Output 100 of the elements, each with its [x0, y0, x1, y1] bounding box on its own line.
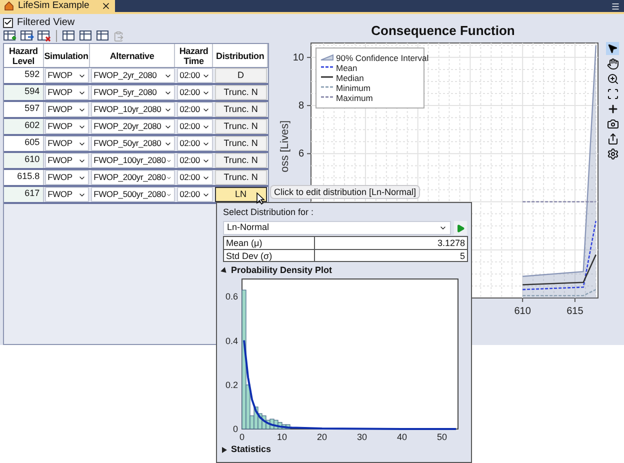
fit-icon[interactable]: [606, 88, 618, 100]
parameter-name: Std Dev (σ): [224, 250, 315, 261]
document-tab[interactable]: LifeSim Example: [0, 0, 116, 12]
mouse-cursor-icon: [256, 192, 265, 205]
alternative-dropdown[interactable]: FWOP_100yr_2080: [90, 153, 175, 168]
simulation-dropdown[interactable]: FWOP: [44, 85, 89, 100]
alternative-dropdown[interactable]: FWOP_50yr_2080: [90, 136, 175, 151]
check-icon: [4, 18, 12, 27]
tab-title: LifeSim Example: [18, 0, 90, 12]
alternative-dropdown[interactable]: FWOP_2yr_2080: [90, 68, 175, 83]
time-dropdown[interactable]: 02:00: [176, 68, 213, 83]
close-icon[interactable]: [101, 1, 112, 11]
column-header[interactable]: Hazard Level: [4, 44, 44, 67]
simulation-dropdown[interactable]: FWOP: [44, 68, 89, 83]
plus-icon[interactable]: [606, 103, 618, 115]
simulation-dropdown[interactable]: FWOP: [44, 136, 89, 151]
alternative-dropdown[interactable]: FWOP_200yr_2080: [90, 170, 175, 185]
legend-label: Mean: [336, 63, 358, 73]
column-header[interactable]: Hazard Time: [175, 44, 214, 67]
export-icon[interactable]: [606, 133, 618, 145]
distribution-button[interactable]: Trunc. N: [214, 102, 267, 117]
table-cell: 594: [4, 85, 44, 100]
simulation-dropdown[interactable]: FWOP: [44, 153, 89, 168]
legend-label: Maximum: [336, 93, 373, 103]
table-cell: 615.8: [4, 170, 44, 185]
distribution-button[interactable]: Trunc. N: [214, 85, 267, 100]
distribution-dropdown[interactable]: Ln-Normal: [223, 221, 451, 235]
legend-line-icon: [321, 76, 333, 78]
alternative-dropdown[interactable]: FWOP_20yr_2080: [90, 119, 175, 134]
table-cell: 610: [4, 153, 44, 168]
table-icon[interactable]: [96, 30, 110, 42]
tooltip: Click to edit distribution [Ln-Normal]: [270, 185, 420, 199]
zoom-in-icon[interactable]: [606, 73, 618, 85]
time-dropdown[interactable]: 02:00: [176, 119, 213, 134]
distribution-button[interactable]: Trunc. N: [214, 119, 267, 134]
x-tick-label: 10: [277, 432, 287, 441]
legend-line-icon: [321, 66, 333, 68]
add-row-icon[interactable]: [3, 30, 17, 42]
distribution-button[interactable]: Trunc. N: [214, 153, 267, 168]
column-header[interactable]: Alternative: [90, 44, 176, 67]
insert-row-icon[interactable]: [20, 30, 34, 42]
pointer-tool[interactable]: [606, 42, 619, 55]
checkbox[interactable]: [3, 18, 13, 28]
table-cell: 592: [4, 68, 44, 83]
y-tick-label: 0.6: [225, 292, 238, 302]
time-dropdown[interactable]: 02:00: [176, 153, 213, 168]
section-header[interactable]: Statistics: [222, 443, 468, 456]
legend-label: Median: [336, 73, 364, 83]
alternative-dropdown[interactable]: FWOP_10yr_2080: [90, 102, 175, 117]
delete-row-icon[interactable]: [37, 30, 51, 42]
settings-icon[interactable]: [606, 148, 618, 160]
apply-button[interactable]: [454, 221, 467, 235]
table-cell: 605: [4, 136, 44, 151]
y-tick-label: 6: [298, 148, 304, 160]
section-header[interactable]: Probability Density Plot: [222, 264, 468, 277]
simulation-dropdown[interactable]: FWOP: [44, 170, 89, 185]
time-dropdown[interactable]: 02:00: [176, 187, 213, 202]
table-cell: 602: [4, 119, 44, 134]
menu-icon[interactable]: [611, 2, 620, 11]
y-axis-label: oss [Lives]: [279, 120, 291, 172]
simulation-dropdown[interactable]: FWOP: [44, 187, 89, 202]
table-icon[interactable]: [62, 30, 76, 42]
y-tick-label: 0: [232, 424, 238, 434]
x-tick-label: 20: [317, 432, 327, 441]
x-tick-label: 610: [514, 306, 531, 317]
x-tick-label: 30: [357, 432, 367, 441]
play-icon: [456, 224, 465, 232]
y-tick-label: 10: [292, 52, 304, 64]
time-dropdown[interactable]: 02:00: [176, 136, 213, 151]
hand-icon[interactable]: [606, 58, 618, 70]
copy-table-icon[interactable]: [79, 30, 93, 42]
simulation-dropdown[interactable]: FWOP: [44, 102, 89, 117]
parameter-value[interactable]: 5: [315, 250, 467, 261]
distribution-button[interactable]: D: [214, 68, 267, 83]
distribution-button[interactable]: Trunc. N: [214, 136, 267, 151]
legend-swatch-icon: [320, 54, 334, 60]
distribution-button[interactable]: Trunc. N: [214, 170, 267, 185]
table-cell: 617: [4, 187, 44, 202]
alternative-dropdown[interactable]: FWOP_5yr_2080: [90, 85, 175, 100]
y-tick-label: 8: [298, 100, 304, 112]
table-cell: 597: [4, 102, 44, 117]
expanded-icon: [220, 266, 228, 274]
legend-line-icon: [321, 96, 333, 98]
time-dropdown[interactable]: 02:00: [176, 85, 213, 100]
chart-title: Consequence Function: [370, 24, 516, 38]
column-header[interactable]: Simulation: [44, 44, 90, 67]
y-tick-label: 0.4: [225, 336, 238, 346]
parameter-value[interactable]: 3.1278: [315, 237, 467, 249]
alternative-dropdown[interactable]: FWOP_500yr_2080: [90, 187, 175, 202]
column-header[interactable]: Distribution: [213, 44, 268, 67]
x-tick-label: 615: [566, 306, 584, 317]
x-tick-label: 40: [397, 432, 407, 441]
time-dropdown[interactable]: 02:00: [176, 102, 213, 117]
simulation-dropdown[interactable]: FWOP: [44, 119, 89, 134]
chevron-icon: [439, 224, 447, 232]
time-dropdown[interactable]: 02:00: [176, 170, 213, 185]
x-tick-label: 50: [437, 432, 447, 441]
legend-line-icon: [321, 86, 333, 88]
legend-label: 90% Confidence Interval: [336, 53, 429, 63]
camera-icon[interactable]: [606, 118, 618, 130]
